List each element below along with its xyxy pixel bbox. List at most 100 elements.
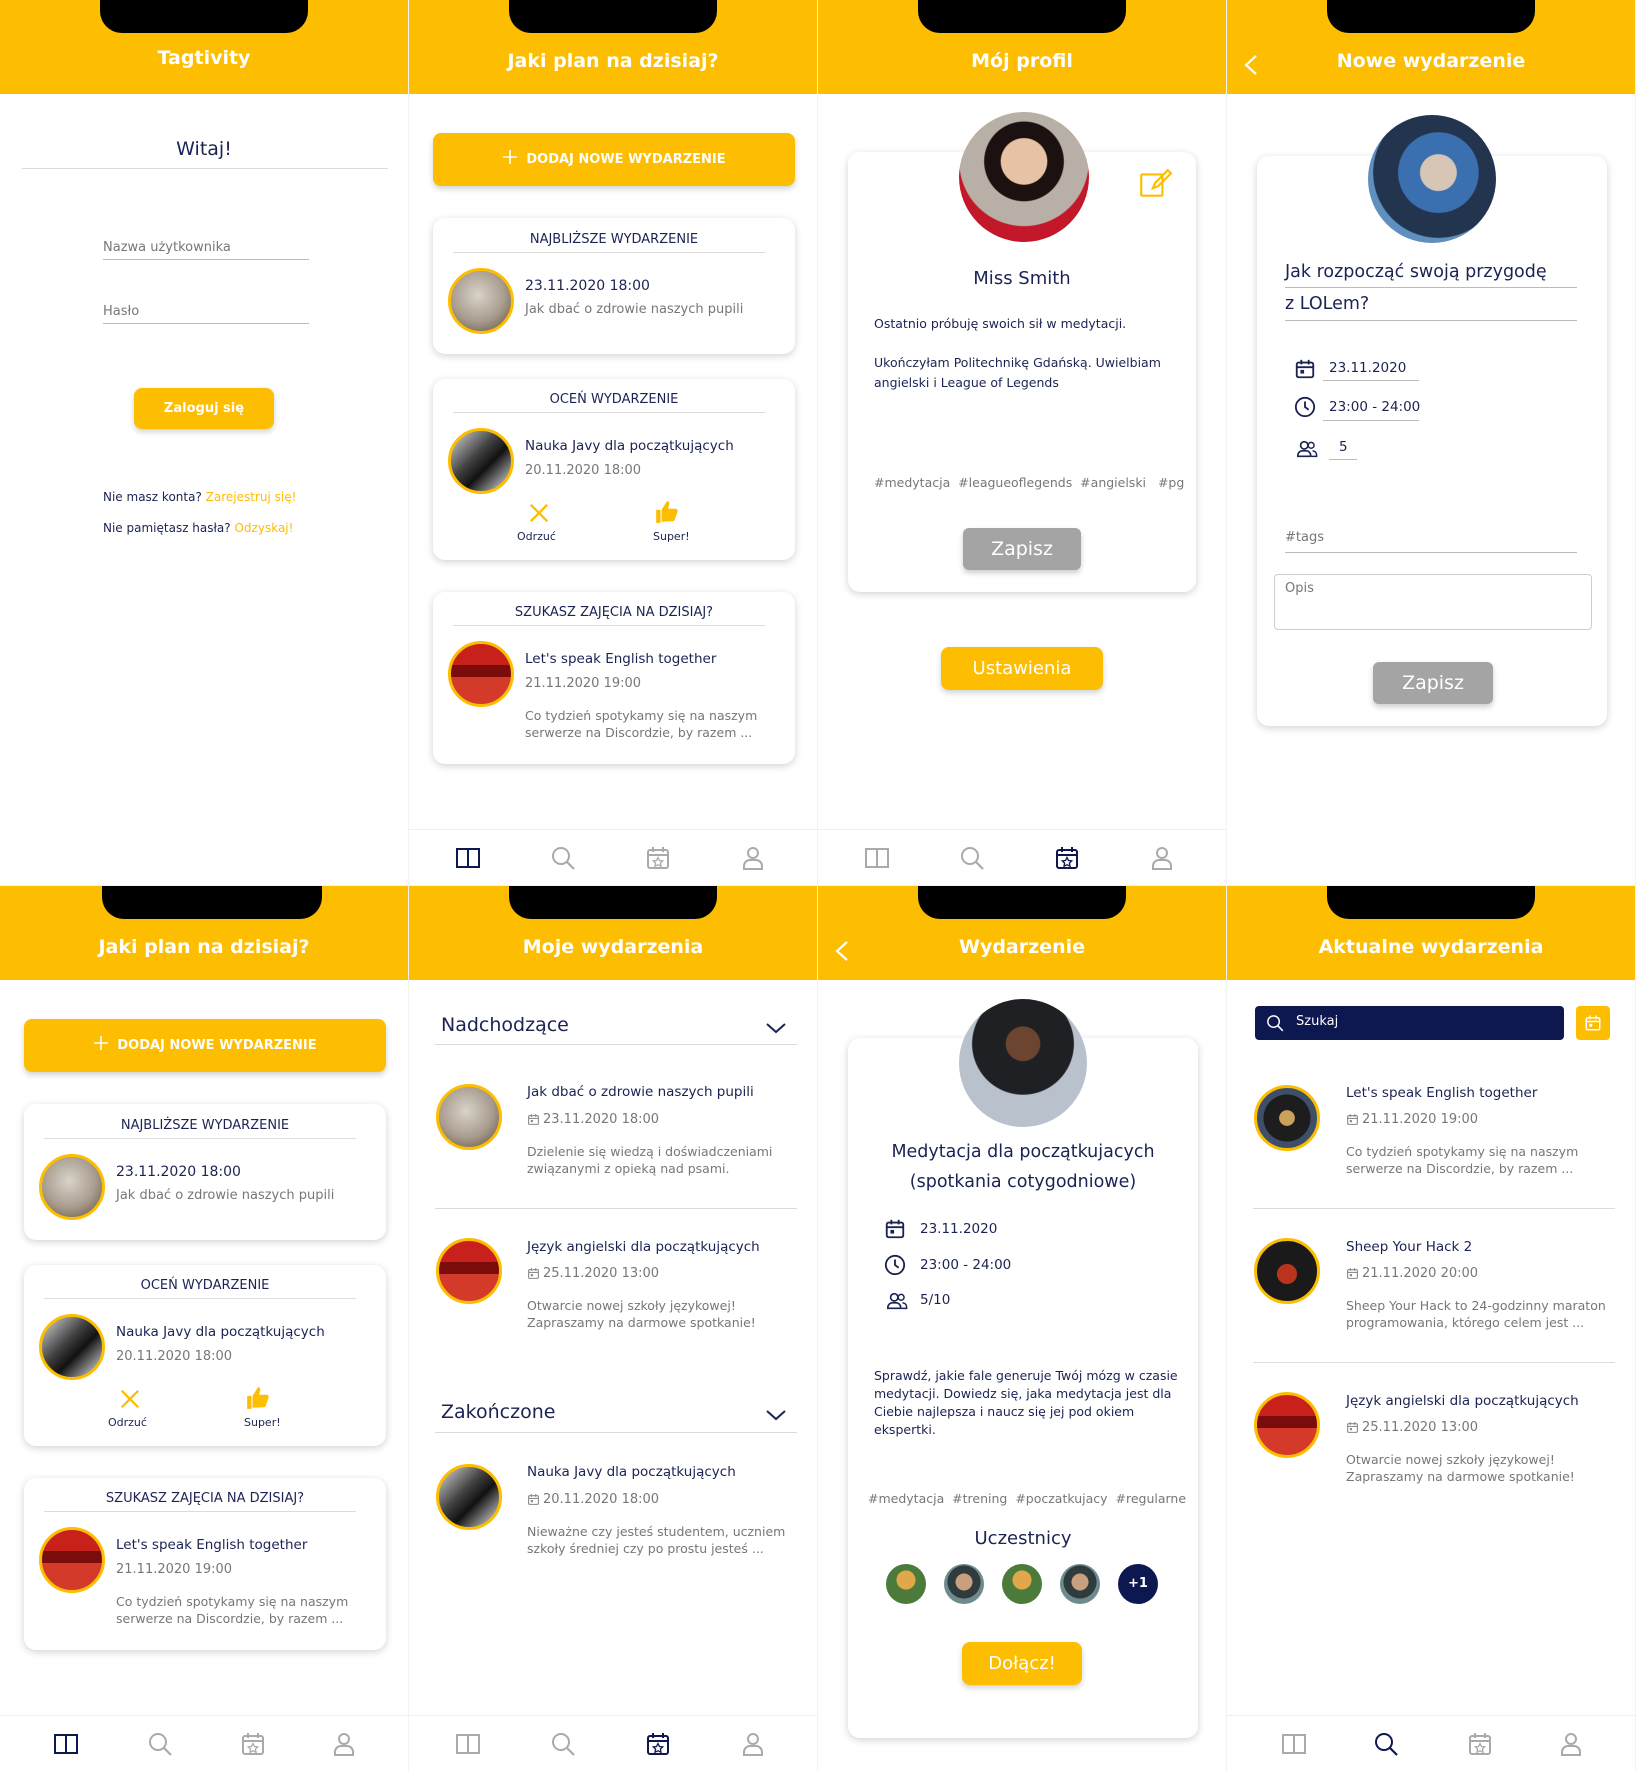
- user-icon[interactable]: [739, 844, 767, 872]
- search-input[interactable]: Szukaj: [1296, 1014, 1338, 1029]
- participant-avatar[interactable]: [886, 1564, 926, 1604]
- save-button[interactable]: Zapisz: [963, 528, 1081, 570]
- home-columns-icon[interactable]: [863, 844, 891, 872]
- calendar-icon: [884, 1218, 906, 1240]
- calendar-star-icon[interactable]: [644, 844, 672, 872]
- underline: [1323, 420, 1419, 421]
- chevron-down-icon[interactable]: [764, 1403, 788, 1427]
- date-filter-button[interactable]: [1576, 1006, 1610, 1040]
- super-label[interactable]: Super!: [244, 1416, 281, 1429]
- home-columns-icon[interactable]: [454, 844, 482, 872]
- event-time-field[interactable]: 23:00 - 24:00: [1329, 399, 1420, 415]
- search-icon[interactable]: [549, 844, 577, 872]
- search-icon[interactable]: [1372, 1730, 1400, 1758]
- recover-link[interactable]: Odzyskaj!: [234, 521, 293, 535]
- reject-icon[interactable]: [528, 502, 550, 524]
- search-icon[interactable]: [146, 1730, 174, 1758]
- search-icon[interactable]: [958, 844, 986, 872]
- calendar-star-icon[interactable]: [239, 1730, 267, 1758]
- header: Nowe wydarzenie: [1227, 0, 1635, 94]
- chevron-down-icon[interactable]: [764, 1016, 788, 1040]
- settings-button[interactable]: Ustawienia: [941, 647, 1103, 690]
- event-name-line[interactable]: z LOLem?: [1285, 294, 1369, 314]
- page-title: Nowe wydarzenie: [1336, 50, 1526, 72]
- event-avatar: [1254, 1238, 1320, 1304]
- divider: [44, 1298, 356, 1299]
- login-button[interactable]: Zaloguj się: [134, 388, 274, 429]
- user-icon[interactable]: [739, 1730, 767, 1758]
- event-date-field[interactable]: 23.11.2020: [1329, 360, 1406, 376]
- search-icon[interactable]: [549, 1730, 577, 1758]
- description-field[interactable]: Opis: [1274, 574, 1592, 630]
- edit-icon[interactable]: [1138, 167, 1172, 201]
- user-icon[interactable]: [330, 1730, 358, 1758]
- card-heading: OCEŃ WYDARZENIE: [549, 392, 679, 407]
- participant-avatar[interactable]: [944, 1564, 984, 1604]
- username-field[interactable]: Nazwa użytkownika: [103, 240, 231, 255]
- calendar-star-icon[interactable]: [1466, 1730, 1494, 1758]
- profile-avatar[interactable]: [959, 112, 1089, 242]
- page-title: Wydarzenie: [958, 936, 1085, 958]
- calendar-star-icon[interactable]: [1053, 844, 1081, 872]
- search-bar[interactable]: Szukaj: [1255, 1006, 1564, 1040]
- event-avatar[interactable]: [959, 999, 1087, 1127]
- event-desc-line: programowania, którego celem jest ...: [1346, 1315, 1585, 1330]
- tags-field[interactable]: #tags: [1285, 530, 1324, 545]
- event-people-field[interactable]: 5: [1339, 439, 1348, 455]
- calendar-icon: [1346, 1421, 1359, 1434]
- add-event-button[interactable]: DODAJ NOWE WYDARZENIE: [24, 1019, 386, 1072]
- participant-avatar[interactable]: [1060, 1564, 1100, 1604]
- event-desc-line: serwerze na Discordzie, by razem ...: [116, 1611, 344, 1626]
- event-desc-line: medytacji. Dowiedz się, jaka medytacja j…: [874, 1386, 1172, 1401]
- home-columns-icon[interactable]: [1280, 1730, 1308, 1758]
- page-title: Aktualne wydarzenia: [1318, 936, 1544, 958]
- upcoming-section-title[interactable]: Nadchodzące: [441, 1014, 569, 1036]
- phone-notch: [918, 886, 1126, 919]
- event-desc-line: Otwarcie nowej szkoły językowej!: [527, 1298, 736, 1313]
- event-desc-line: Co tydzień spotykamy się na naszym: [525, 708, 758, 723]
- thumbs-up-icon[interactable]: [654, 499, 680, 525]
- event-name: Jak dbać o zdrowie naszych pupili: [116, 1188, 335, 1203]
- event-date: 20.11.2020 18:00: [543, 1492, 660, 1507]
- event-avatar: [39, 1527, 105, 1593]
- people-icon: [1294, 438, 1320, 460]
- profile-tags[interactable]: #medytacja #leagueoflegends #angielski #…: [874, 475, 1184, 490]
- header: Moje wydarzenia: [409, 886, 817, 980]
- event-tags[interactable]: #medytacja #trening #poczatkujacy #regul…: [868, 1491, 1186, 1506]
- password-field[interactable]: Hasło: [103, 304, 139, 319]
- event-name: Sheep Your Hack 2: [1346, 1239, 1473, 1255]
- calendar-star-icon[interactable]: [644, 1730, 672, 1758]
- search-icon: [1265, 1013, 1285, 1033]
- event-date: 21.11.2020 19:00: [525, 676, 642, 691]
- register-link[interactable]: Zarejestruj się!: [206, 490, 297, 504]
- reject-icon[interactable]: [119, 1388, 141, 1410]
- nearest-event-card[interactable]: NAJBLIŻSZE WYDARZENIE 23.11.2020 18:00 J…: [433, 218, 795, 354]
- underline: [1285, 552, 1577, 553]
- reject-label[interactable]: Odrzuć: [108, 1416, 147, 1429]
- reject-label[interactable]: Odrzuć: [517, 530, 556, 543]
- join-button[interactable]: Dołącz!: [962, 1642, 1082, 1685]
- event-avatar[interactable]: [1368, 115, 1496, 243]
- thumbs-up-icon[interactable]: [245, 1385, 271, 1411]
- more-participants-badge[interactable]: +1: [1118, 1564, 1158, 1604]
- home-columns-icon[interactable]: [454, 1730, 482, 1758]
- save-button[interactable]: Zapisz: [1373, 662, 1493, 704]
- divider: [44, 1138, 356, 1139]
- add-event-button[interactable]: DODAJ NOWE WYDARZENIE: [433, 133, 795, 186]
- nearest-event-card[interactable]: NAJBLIŻSZE WYDARZENIE 23.11.2020 18:00 J…: [24, 1104, 386, 1240]
- user-icon[interactable]: [1557, 1730, 1585, 1758]
- event-name-line[interactable]: Jak rozpocząć swoją przygodę: [1285, 262, 1547, 282]
- event-desc-line: Co tydzień spotykamy się na naszym: [1346, 1144, 1579, 1159]
- rate-event-card: OCEŃ WYDARZENIE Nauka Javy dla początkuj…: [433, 379, 795, 560]
- looking-event-card[interactable]: SZUKASZ ZAJĘCIA NA DZISIAJ? Let's speak …: [433, 592, 795, 764]
- looking-event-card[interactable]: SZUKASZ ZAJĘCIA NA DZISIAJ? Let's speak …: [24, 1478, 386, 1650]
- participant-avatar[interactable]: [1002, 1564, 1042, 1604]
- finished-section-title[interactable]: Zakończone: [441, 1401, 555, 1423]
- divider: [1253, 1208, 1615, 1209]
- super-label[interactable]: Super!: [653, 530, 690, 543]
- divider: [453, 412, 765, 413]
- phone-notch: [509, 886, 717, 919]
- user-icon[interactable]: [1148, 844, 1176, 872]
- home-columns-icon[interactable]: [52, 1730, 80, 1758]
- event-date: 25.11.2020 13:00: [1362, 1420, 1479, 1435]
